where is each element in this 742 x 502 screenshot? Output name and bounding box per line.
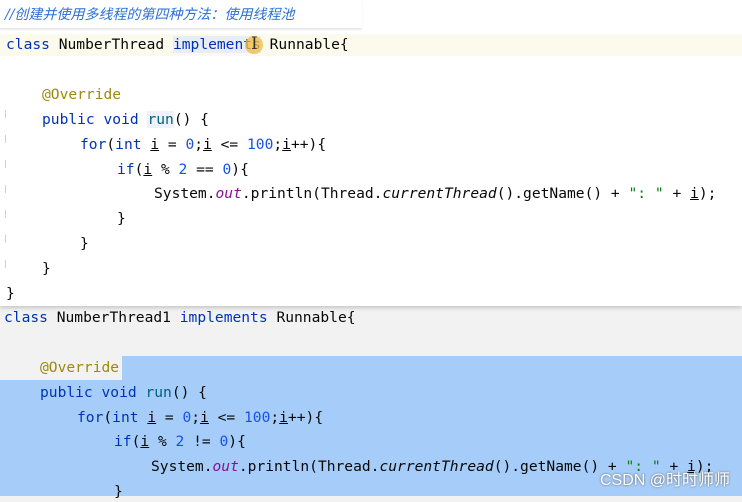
keyword-implements: implements	[179, 309, 268, 326]
code-comment: //创建并使用多线程的第四种方法：使用线程池	[5, 7, 295, 23]
code-line-class-decl[interactable]: class NumberThread1 implements Runnable{	[4, 308, 356, 328]
variable: i	[140, 433, 150, 450]
number: 0	[182, 409, 192, 426]
code-line-if[interactable]: if(i % 2 != 0){	[114, 432, 246, 452]
keyword: class	[4, 309, 48, 326]
code-text: );	[698, 185, 717, 202]
code-text: ==	[187, 161, 223, 178]
variable: i	[279, 409, 288, 426]
fold-marker[interactable]	[0, 235, 6, 243]
number: 100	[247, 136, 274, 153]
code-text: () {	[171, 384, 207, 401]
keyword: for	[80, 136, 107, 153]
code-text: (	[103, 409, 113, 426]
fold-marker[interactable]	[0, 135, 6, 143]
code-text: <=	[208, 409, 245, 426]
number: 0	[222, 161, 232, 178]
code-text: <=	[211, 136, 248, 153]
code-text: !=	[184, 433, 220, 450]
method-name: run	[147, 111, 174, 128]
code-line-brace[interactable]: }	[6, 284, 15, 304]
code-line-class-decl[interactable]: class NumberThread implements Runnable{	[6, 35, 349, 55]
number: 0	[219, 433, 229, 450]
variable: i	[200, 409, 209, 426]
code-line-brace[interactable]: }	[117, 209, 126, 229]
variable: i	[147, 409, 157, 426]
code-text: =	[156, 409, 183, 426]
class-name: NumberThread1	[56, 309, 171, 326]
code-line-for[interactable]: for(int i = 0;i <= 100;i++){	[80, 135, 326, 155]
code-line-annotation[interactable]: @Override	[42, 85, 121, 105]
selection-highlight	[122, 356, 742, 380]
variable: i	[690, 185, 699, 202]
keyword: class	[6, 36, 50, 53]
keyword: int	[115, 136, 142, 153]
code-text: System.	[154, 185, 216, 202]
class-name: NumberThread	[58, 36, 165, 53]
code-text: (	[106, 136, 116, 153]
keyword: for	[77, 409, 104, 426]
code-line-if[interactable]: if(i % 2 == 0){	[117, 160, 249, 180]
code-line-brace[interactable]: }	[42, 259, 51, 279]
number: 100	[244, 409, 271, 426]
interface-name: Runnable{	[269, 36, 349, 53]
fold-marker[interactable]	[0, 210, 6, 218]
code-line-method-decl[interactable]: public void run() {	[40, 383, 207, 403]
code-text: .println(Thread.	[238, 458, 380, 475]
keyword: if	[114, 433, 132, 450]
number: 0	[185, 136, 195, 153]
code-text: ;	[194, 136, 204, 153]
sticky-comment-header: //创建并使用多线程的第四种方法：使用线程池	[0, 0, 362, 29]
code-text: ;	[270, 409, 280, 426]
code-text: +	[663, 185, 691, 202]
code-line-brace[interactable]: }	[114, 482, 123, 502]
interface-name: Runnable{	[276, 309, 356, 326]
code-text: ().getName() +	[496, 185, 629, 202]
editor-pane-top[interactable]: //创建并使用多线程的第四种方法：使用线程池 class NumberThrea…	[0, 0, 742, 306]
code-text: %	[152, 161, 179, 178]
variable: i	[282, 136, 291, 153]
keyword: int	[112, 409, 139, 426]
code-line-println[interactable]: System.out.println(Thread.currentThread(…	[154, 184, 716, 204]
fold-marker[interactable]	[0, 260, 6, 268]
keyword: public void	[42, 111, 139, 128]
code-text: .println(Thread.	[241, 185, 383, 202]
code-text: %	[149, 433, 176, 450]
string-literal: ": "	[628, 185, 664, 202]
fold-marker[interactable]	[0, 110, 6, 118]
text-cursor-icon: I	[251, 34, 258, 54]
static-field: out	[212, 458, 239, 475]
fold-marker[interactable]	[0, 185, 6, 193]
number: 2	[178, 161, 188, 178]
static-field: out	[215, 185, 242, 202]
code-text: ;	[191, 409, 201, 426]
watermark: CSDN @时时师师	[599, 472, 730, 489]
code-line-brace[interactable]: }	[80, 234, 89, 254]
variable: i	[203, 136, 212, 153]
code-text: System.	[151, 458, 213, 475]
fold-marker[interactable]	[0, 160, 6, 168]
keyword: public void	[40, 384, 137, 401]
keyword: if	[117, 161, 135, 178]
code-text: () {	[173, 111, 209, 128]
static-method: currentThread	[379, 458, 494, 475]
method-name: run	[145, 384, 172, 401]
number: 2	[175, 433, 185, 450]
code-text: ){	[228, 433, 246, 450]
static-method: currentThread	[382, 185, 497, 202]
code-text: ){	[231, 161, 249, 178]
code-text: =	[159, 136, 186, 153]
code-text: ;	[273, 136, 283, 153]
code-line-annotation[interactable]: @Override	[40, 358, 119, 378]
variable: i	[150, 136, 160, 153]
code-text: ++){	[287, 409, 324, 426]
code-text: ++){	[290, 136, 327, 153]
code-line-method-decl[interactable]: public void run() {	[42, 110, 209, 130]
code-line-for[interactable]: for(int i = 0;i <= 100;i++){	[77, 408, 323, 428]
variable: i	[143, 161, 153, 178]
